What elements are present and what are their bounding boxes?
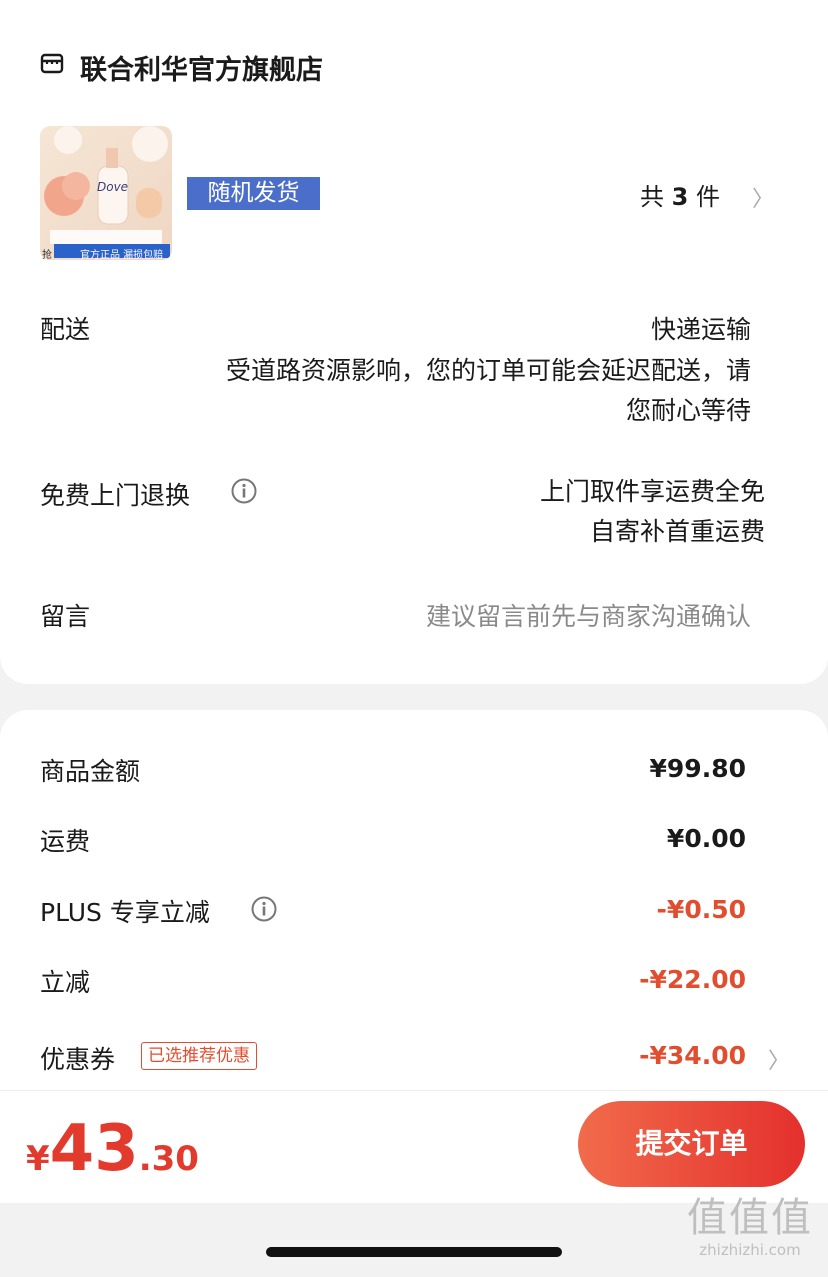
shipping-value: ¥0.00 xyxy=(666,824,746,853)
qty-prefix: 共 xyxy=(640,183,664,211)
message-label: 留言 xyxy=(40,602,91,631)
total-integer: 43 xyxy=(49,1112,139,1186)
total-decimal: .30 xyxy=(138,1139,199,1179)
submit-order-button[interactable]: 提交订单 xyxy=(578,1101,805,1187)
delivery-notice-line1: 受道路资源影响，您的订单可能会延迟配送，请 xyxy=(225,356,751,385)
watermark-url: zhizhizhi.com xyxy=(699,1241,801,1259)
coupon-badge: 已选推荐优惠 xyxy=(141,1042,257,1070)
goods-amount-value: ¥99.80 xyxy=(649,754,746,783)
message-input[interactable]: 建议留言前先与商家沟通确认 xyxy=(426,597,751,633)
delivery-notice-line2: 您耐心等待 xyxy=(625,396,751,425)
free-return-label: 免费上门退换 xyxy=(40,481,191,510)
coupon-label: 优惠券 xyxy=(40,1045,116,1074)
chevron-right-icon[interactable]: 〉 xyxy=(752,181,774,213)
thumb-caption: 官方正品 漏损包赔 xyxy=(80,250,164,261)
delivery-method: 快递运输 xyxy=(650,315,751,344)
info-icon[interactable] xyxy=(251,896,277,922)
free-return-line1: 上门取件享运费全免 xyxy=(539,477,765,506)
home-indicator[interactable] xyxy=(266,1247,562,1257)
item-quantity[interactable]: 共 3 件 xyxy=(640,177,720,212)
info-icon[interactable] xyxy=(231,478,257,504)
plus-discount-value: -¥0.50 xyxy=(656,895,746,924)
delivery-label: 配送 xyxy=(40,315,91,344)
chevron-right-icon[interactable]: 〉 xyxy=(768,1043,790,1075)
watermark-logo: 值值值 xyxy=(687,1195,813,1241)
instant-discount-label: 立减 xyxy=(40,968,91,997)
qty-count: 3 xyxy=(671,183,689,211)
watermark: 值值值 zhizhizhi.com xyxy=(680,1195,820,1259)
order-total: ¥43.30 xyxy=(26,1112,199,1186)
store-name[interactable]: 联合利华官方旗舰店 xyxy=(80,48,323,87)
goods-amount-label: 商品金额 xyxy=(40,757,141,786)
thumb-brand: Dove xyxy=(97,180,129,194)
instant-discount-value: -¥22.00 xyxy=(639,965,746,994)
total-currency: ¥ xyxy=(26,1139,50,1179)
thumb-corner: 抢 xyxy=(42,250,52,261)
free-return-line2: 自寄补首重运费 xyxy=(589,517,765,546)
shipping-label: 运费 xyxy=(40,827,91,856)
qty-suffix: 件 xyxy=(695,183,720,211)
random-ship-tag: 随机发货 xyxy=(187,177,320,210)
plus-discount-label: PLUS 专享立减 xyxy=(40,898,210,927)
coupon-value[interactable]: -¥34.00 xyxy=(639,1041,746,1070)
store-icon xyxy=(40,53,64,74)
